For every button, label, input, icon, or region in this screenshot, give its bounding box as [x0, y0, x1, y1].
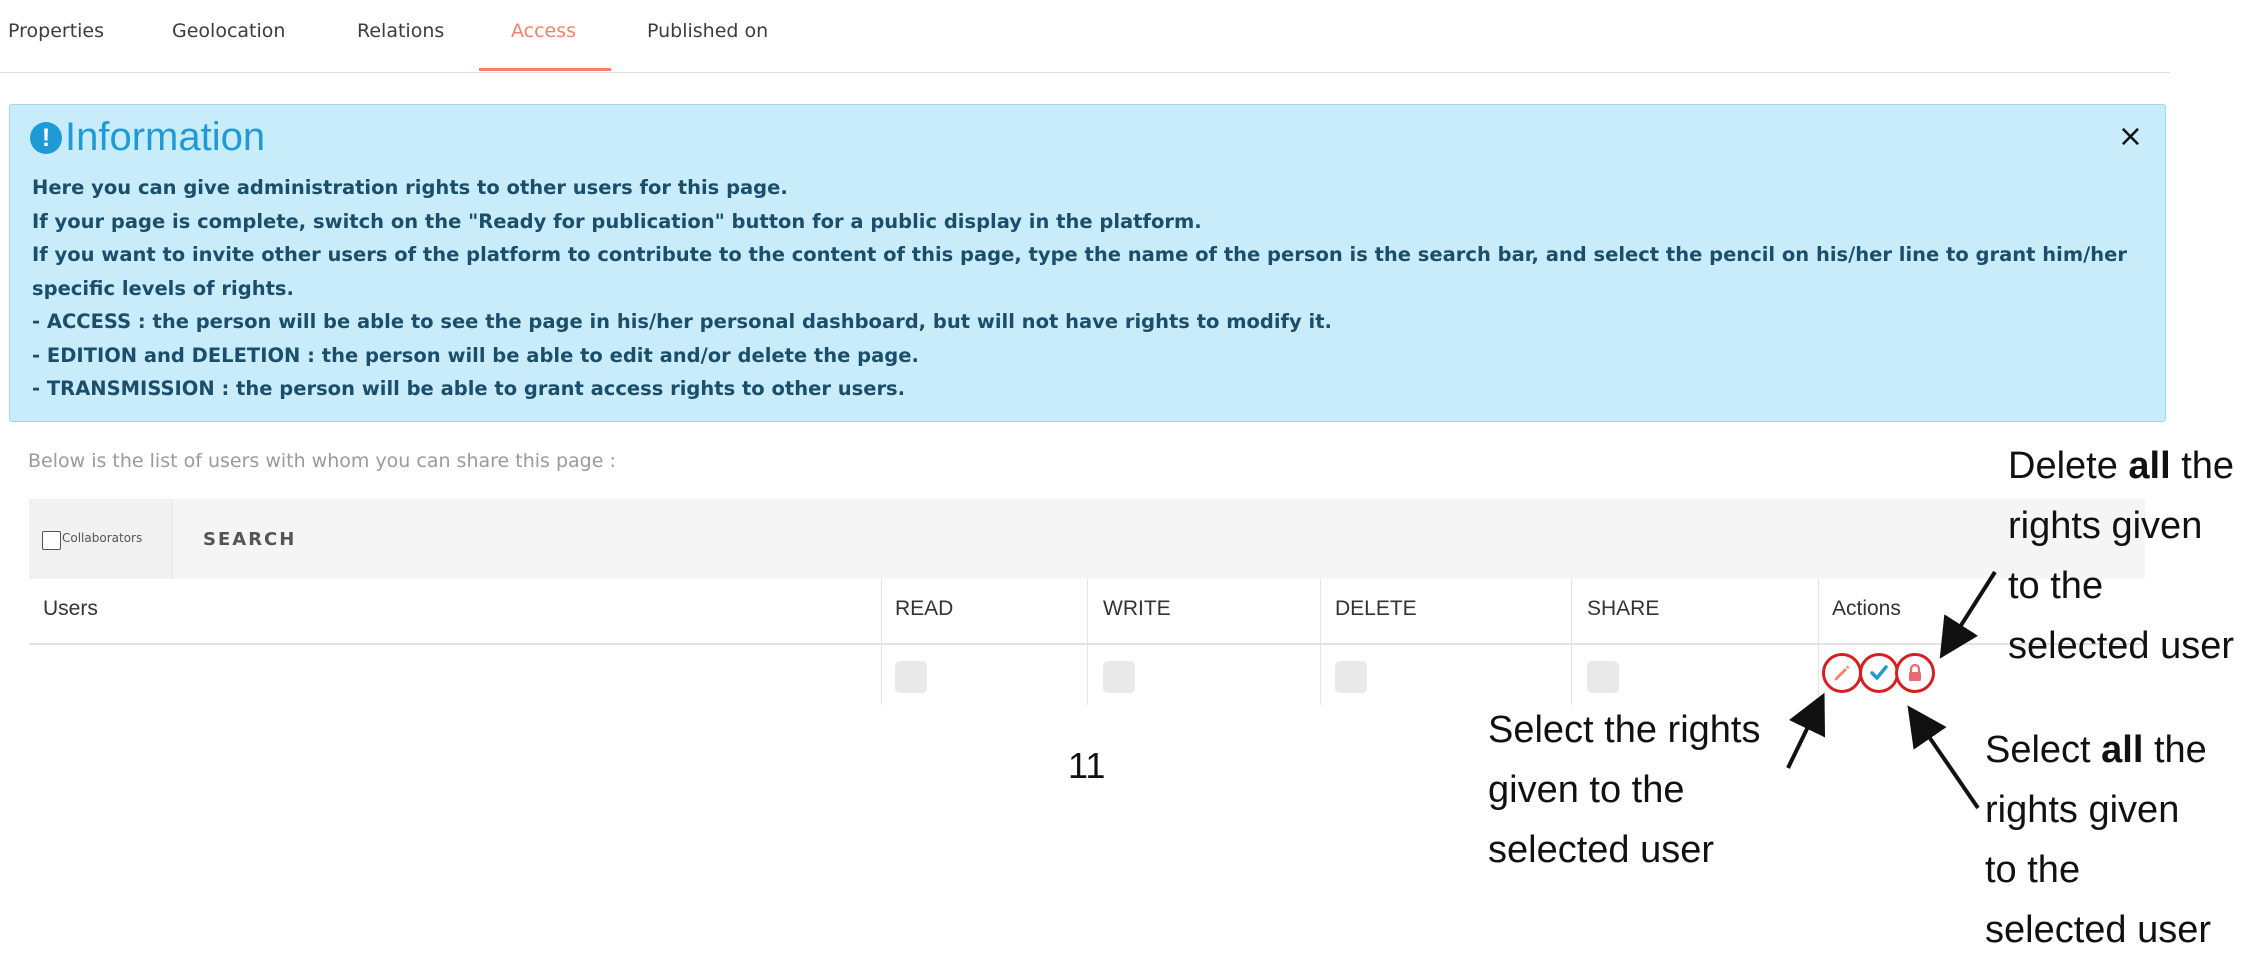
- arrow-to-select-all: [1907, 705, 1980, 810]
- annotation-arrows: [1786, 570, 1997, 810]
- arrow-to-edit-rights: [1786, 692, 1826, 769]
- arrow-to-delete-all: [1939, 570, 1997, 659]
